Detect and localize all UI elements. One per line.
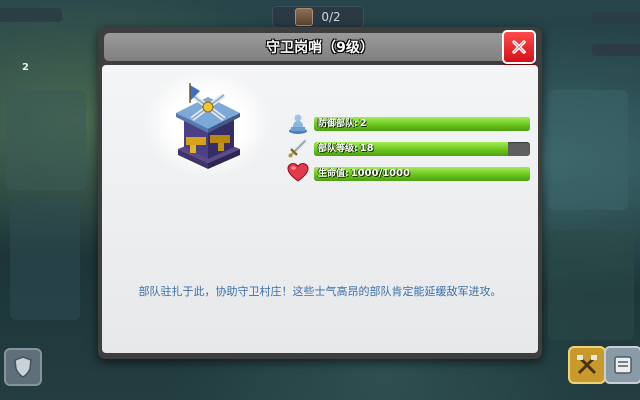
builder-avatar-icon xyxy=(295,8,314,26)
defending-troops-value: 2 xyxy=(359,118,367,129)
hitpoints-bar: 生命值: 1000/1000 xyxy=(314,167,530,181)
troop-level-label: 部队等级: xyxy=(318,144,358,154)
hitpoints-value: 1000/1000 xyxy=(350,168,410,179)
village-tile xyxy=(548,230,634,340)
layout-button[interactable] xyxy=(604,346,640,384)
troop-level-value: 18 xyxy=(359,143,374,154)
layout-icon xyxy=(614,356,632,374)
guard-post-building-icon xyxy=(176,83,240,169)
stat-row-defending-troops: 防御部队: 2 xyxy=(286,113,530,135)
building-description: 部队驻扎于此，协助守卫村庄！这些士气高昂的部队肯定能延缓敌军进攻。 xyxy=(138,285,502,298)
resource-bar-right xyxy=(592,44,640,56)
stat-row-troop-level: 部队等级: 18 xyxy=(286,138,530,160)
shield-icon xyxy=(14,356,32,378)
close-icon xyxy=(512,40,526,54)
hitpoints-text: 生命值: 1000/1000 xyxy=(318,167,410,181)
troop-level-text: 部队等级: 18 xyxy=(318,142,374,156)
crossed-axes-icon xyxy=(577,355,597,375)
builder-counter-value: 0/2 xyxy=(321,10,341,24)
troop-level-bar: 部队等级: 18 xyxy=(314,142,530,156)
left-side-counter: 2 xyxy=(22,62,29,73)
defending-troops-label: 防御部队: xyxy=(318,119,358,129)
troop-statue-icon xyxy=(286,111,310,135)
defending-troops-bar: 防御部队: 2 xyxy=(314,117,530,131)
shield-button[interactable] xyxy=(4,348,42,386)
heart-icon xyxy=(286,161,310,185)
dialog-title-bar: 守卫岗哨（9级） xyxy=(104,33,536,61)
stat-row-hitpoints: 生命值: 1000/1000 xyxy=(286,161,530,185)
sword-icon xyxy=(286,136,310,160)
resource-bar-left xyxy=(0,8,62,22)
resource-bar-right xyxy=(592,12,640,24)
builder-tools-button[interactable] xyxy=(568,346,606,384)
defending-troops-text: 防御部队: 2 xyxy=(318,117,367,131)
village-tile xyxy=(10,200,80,320)
builder-counter[interactable]: 0/2 xyxy=(272,6,364,28)
close-button[interactable] xyxy=(502,30,536,64)
hitpoints-label: 生命值: xyxy=(318,169,349,179)
village-tile xyxy=(6,90,86,190)
dialog-title: 守卫岗哨（9级） xyxy=(266,40,374,56)
dialog-body: 防御部队: 2 部队等级: 18 生命值: 1000/1000 部队驻扎于此，协… xyxy=(102,65,538,353)
building-info-dialog: 守卫岗哨（9级） 防御部队: 2 部队等级: 18 生命值: 1000/1000… xyxy=(98,27,542,359)
village-tile xyxy=(548,90,628,210)
